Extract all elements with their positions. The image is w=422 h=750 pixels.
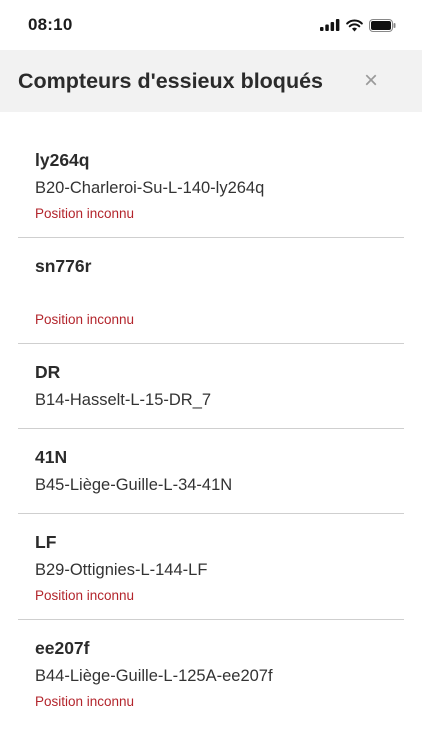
item-id: ly264q — [35, 150, 90, 170]
list-item[interactable]: ee207f B44-Liège-Guille-L-125A-ee207f Po… — [18, 620, 404, 711]
cellular-signal-icon — [320, 19, 340, 31]
close-icon: × — [363, 67, 378, 94]
item-status: Position inconnu — [35, 694, 135, 709]
status-icons — [320, 18, 396, 32]
item-name: B14-Hasselt-L-15-DR_7 — [35, 391, 212, 409]
item-status: Position inconnu — [35, 588, 135, 603]
list-item[interactable]: sn776r Position inconnu — [18, 238, 404, 344]
item-name: B44-Liège-Guille-L-125A-ee207f — [35, 667, 273, 685]
close-button[interactable]: × — [364, 69, 378, 93]
list-item[interactable]: ly264q B20-Charleroi-Su-L-140-ly264q Pos… — [18, 132, 404, 238]
axle-counter-list: ly264q B20-Charleroi-Su-L-140-ly264q Pos… — [0, 112, 422, 711]
list-item[interactable]: LF B29-Ottignies-L-144-LF Position incon… — [18, 514, 404, 620]
item-id: sn776r — [35, 256, 92, 276]
item-id: DR — [35, 362, 61, 382]
item-id: ee207f — [35, 638, 90, 658]
list-item[interactable]: 41N B45-Liège-Guille-L-34-41N — [18, 429, 404, 514]
item-id: LF — [35, 532, 57, 552]
item-status: Position inconnu — [35, 312, 135, 327]
item-name: B20-Charleroi-Su-L-140-ly264q — [35, 179, 265, 197]
item-name: B45-Liège-Guille-L-34-41N — [35, 476, 233, 494]
status-time: 08:10 — [28, 15, 73, 34]
item-name — [35, 280, 387, 308]
status-bar: 08:10 — [0, 0, 422, 50]
item-id: 41N — [35, 447, 68, 467]
item-name: B29-Ottignies-L-144-LF — [35, 561, 208, 579]
wifi-icon — [346, 19, 363, 31]
modal-header: Compteurs d'essieux bloqués × — [0, 50, 422, 112]
item-status: Position inconnu — [35, 206, 135, 221]
page-title: Compteurs d'essieux bloqués — [18, 68, 323, 93]
list-item[interactable]: DR B14-Hasselt-L-15-DR_7 — [18, 344, 404, 429]
battery-icon — [369, 18, 396, 32]
